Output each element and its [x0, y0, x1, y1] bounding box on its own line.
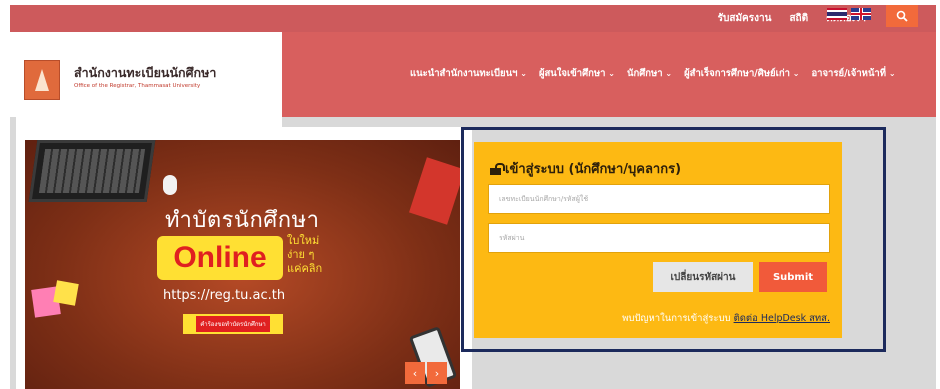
login-title: เข้าสู่ระบบ (นักศึกษา/บุคลากร)	[490, 158, 681, 179]
main-nav: แนะนำสำนักงานทะเบียนฯ ผู้สนใจเข้าศึกษา น…	[282, 32, 936, 117]
banner-request-label: คำร้องขอทำบัตรนักศึกษา	[196, 316, 270, 332]
banner-side-line: ง่าย ๆ	[287, 248, 315, 261]
helpdesk-text: พบปัญหาในการเข้าสู่ระบบ	[622, 313, 734, 324]
banner-title: ทำบัตรนักศึกษา	[165, 208, 320, 233]
slider-next-button[interactable]: ›	[427, 362, 447, 384]
banner-online: Online	[157, 236, 283, 280]
banner-request-button[interactable]: คำร้องขอทำบัตรนักศึกษา	[183, 314, 283, 334]
login-title-text: เข้าสู่ระบบ (นักศึกษา/บุคลากร)	[505, 162, 682, 177]
left-gray-strip	[10, 117, 16, 389]
site-title[interactable]: สำนักงานทะเบียนนักศึกษา	[74, 63, 216, 83]
slider-nav: ‹ ›	[405, 362, 447, 384]
top-link-stats[interactable]: สถิติ	[789, 11, 808, 26]
change-password-button[interactable]: เปลี่ยนรหัสผ่าน	[653, 262, 753, 292]
notebook-illustration	[409, 157, 460, 225]
banner-side-line: แค่คลิก	[287, 262, 323, 275]
banner-side-text: ใบใหม่ ง่าย ๆ แค่คลิก	[287, 234, 357, 276]
sticky-note-illustration	[53, 280, 79, 306]
submit-button[interactable]: Submit	[759, 262, 827, 292]
nav-item-prospective[interactable]: ผู้สนใจเข้าศึกษา	[539, 66, 615, 81]
tu-logo[interactable]	[24, 60, 60, 100]
search-button[interactable]	[886, 5, 918, 27]
laptop-illustration	[28, 140, 156, 202]
top-link-jobs[interactable]: รับสมัครงาน	[718, 11, 772, 26]
slider-prev-button[interactable]: ‹	[405, 362, 425, 384]
banner-url: https://reg.tu.ac.th	[163, 288, 286, 303]
top-utility-bar: รับสมัครงาน สถิติ ติดต่อเรา	[10, 5, 936, 32]
helpdesk-note: พบปัญหาในการเข้าสู่ระบบ ติดต่อ HelpDesk …	[622, 311, 830, 326]
nav-item-students[interactable]: นักศึกษา	[627, 66, 672, 81]
mouse-illustration	[163, 175, 177, 195]
search-icon	[896, 10, 908, 22]
nav-item-about[interactable]: แนะนำสำนักงานทะเบียนฯ	[410, 66, 527, 81]
nav-item-staff[interactable]: อาจารย์/เจ้าหน้าที่	[811, 66, 895, 81]
password-input[interactable]	[488, 223, 830, 253]
page: รับสมัครงาน สถิติ ติดต่อเรา สำนักงานทะเบ…	[0, 0, 940, 389]
nav-item-alumni[interactable]: ผู้สำเร็จการศึกษา/ศิษย์เก่า	[684, 66, 799, 81]
helpdesk-link[interactable]: ติดต่อ HelpDesk สทส.	[734, 313, 830, 324]
unlock-icon	[490, 162, 505, 175]
site-subtitle: Office of the Registrar, Thammasat Unive…	[74, 83, 201, 89]
thai-flag-icon[interactable]	[827, 8, 847, 20]
banner-slide[interactable]: ทำบัตรนักศึกษา Online ใบใหม่ ง่าย ๆ แค่ค…	[25, 140, 460, 389]
divider-strip	[282, 117, 936, 127]
username-input[interactable]	[488, 184, 830, 214]
banner-side-line: ใบใหม่	[287, 234, 320, 247]
uk-flag-icon[interactable]	[851, 8, 871, 20]
